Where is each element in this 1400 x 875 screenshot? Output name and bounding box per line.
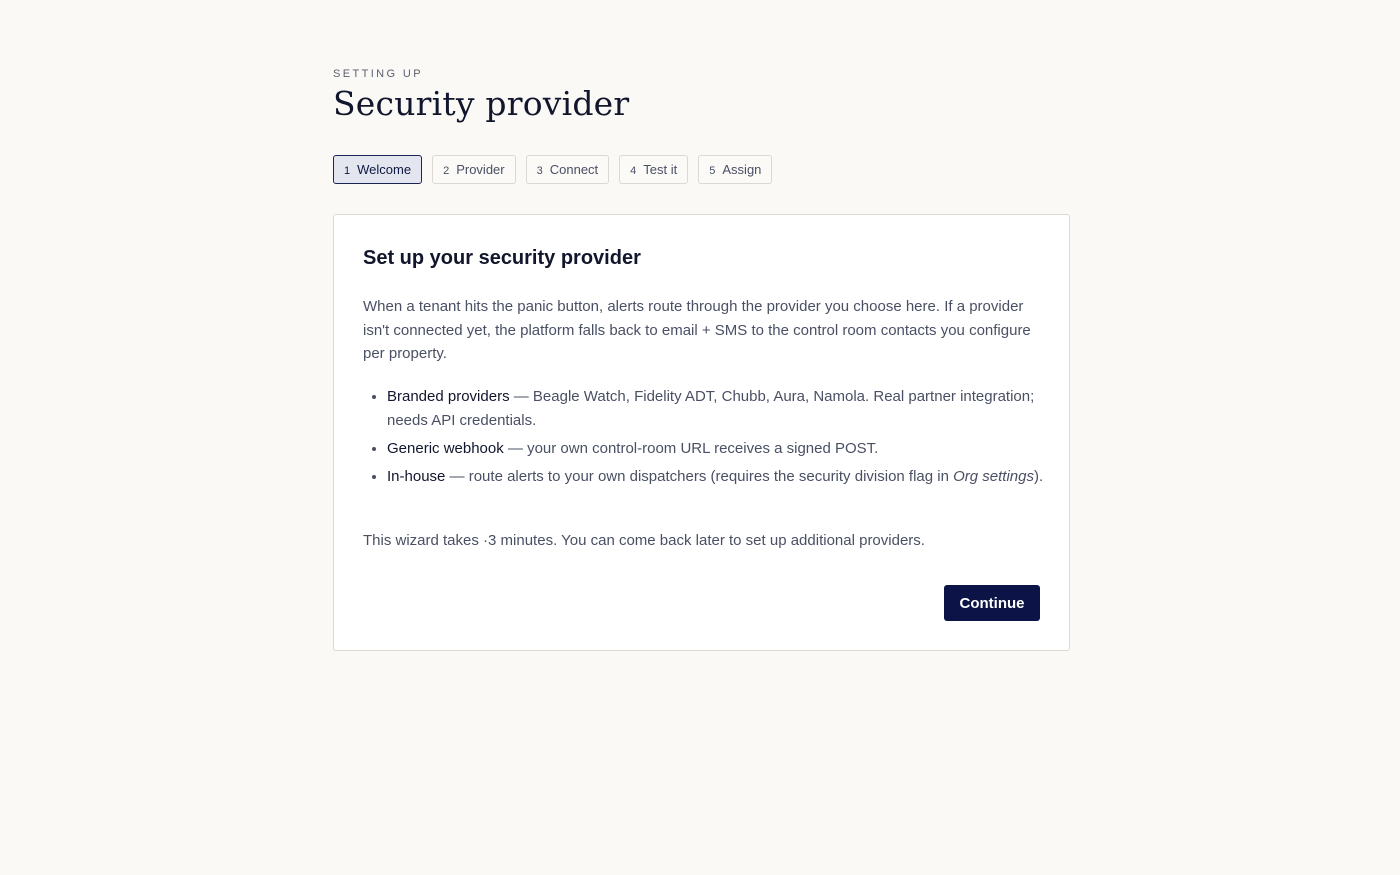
- step-number: 5: [709, 164, 716, 177]
- option-term: Branded providers: [387, 388, 510, 405]
- option-separator: —: [509, 388, 533, 405]
- step-assign[interactable]: 5 Assign: [698, 155, 773, 184]
- duration-note: This wizard takes ·3 minutes. You can co…: [363, 532, 925, 549]
- step-label: Assign: [722, 162, 762, 177]
- provider-options-list: Branded providers — Beagle Watch, Fideli…: [363, 385, 1067, 493]
- welcome-card: Set up your security provider When a ten…: [333, 214, 1070, 651]
- org-settings-reference: Org settings: [953, 467, 1034, 485]
- step-number: 4: [630, 164, 637, 177]
- page-title: Security provider: [333, 84, 630, 123]
- step-provider[interactable]: 2 Provider: [432, 155, 516, 184]
- option-term: Generic webhook: [387, 439, 504, 457]
- step-welcome[interactable]: 1 Welcome: [333, 155, 423, 184]
- continue-button[interactable]: Continue: [944, 585, 1040, 621]
- eyebrow-label: SETTING UP: [333, 68, 424, 80]
- list-item: Generic webhook — your own control-room …: [387, 437, 1067, 461]
- step-test-it[interactable]: 4 Test it: [619, 155, 689, 184]
- option-description-end: ).: [1034, 467, 1044, 485]
- step-label: Welcome: [357, 162, 412, 177]
- step-number: 1: [344, 164, 351, 177]
- step-number: 2: [443, 164, 450, 177]
- step-number: 3: [536, 164, 543, 177]
- stepper: 1 Welcome 2 Provider 3 Connect 4 Test it…: [333, 155, 773, 184]
- option-description: your own control-room URL receives a sig…: [527, 439, 879, 457]
- option-separator: —: [503, 439, 528, 457]
- list-item: In-house — route alerts to your own disp…: [387, 465, 1067, 489]
- intro-paragraph: When a tenant hits the panic button, ale…: [363, 298, 1031, 362]
- step-connect[interactable]: 3 Connect: [525, 155, 610, 184]
- step-label: Connect: [549, 162, 599, 177]
- step-label: Test it: [643, 162, 678, 177]
- card-title: Set up your security provider: [363, 247, 641, 269]
- option-term: In-house: [387, 467, 446, 485]
- option-separator: —: [445, 467, 469, 485]
- option-description: route alerts to your own dispatchers (re…: [468, 467, 954, 485]
- step-label: Provider: [456, 162, 505, 177]
- list-item: Branded providers — Beagle Watch, Fideli…: [387, 385, 1067, 432]
